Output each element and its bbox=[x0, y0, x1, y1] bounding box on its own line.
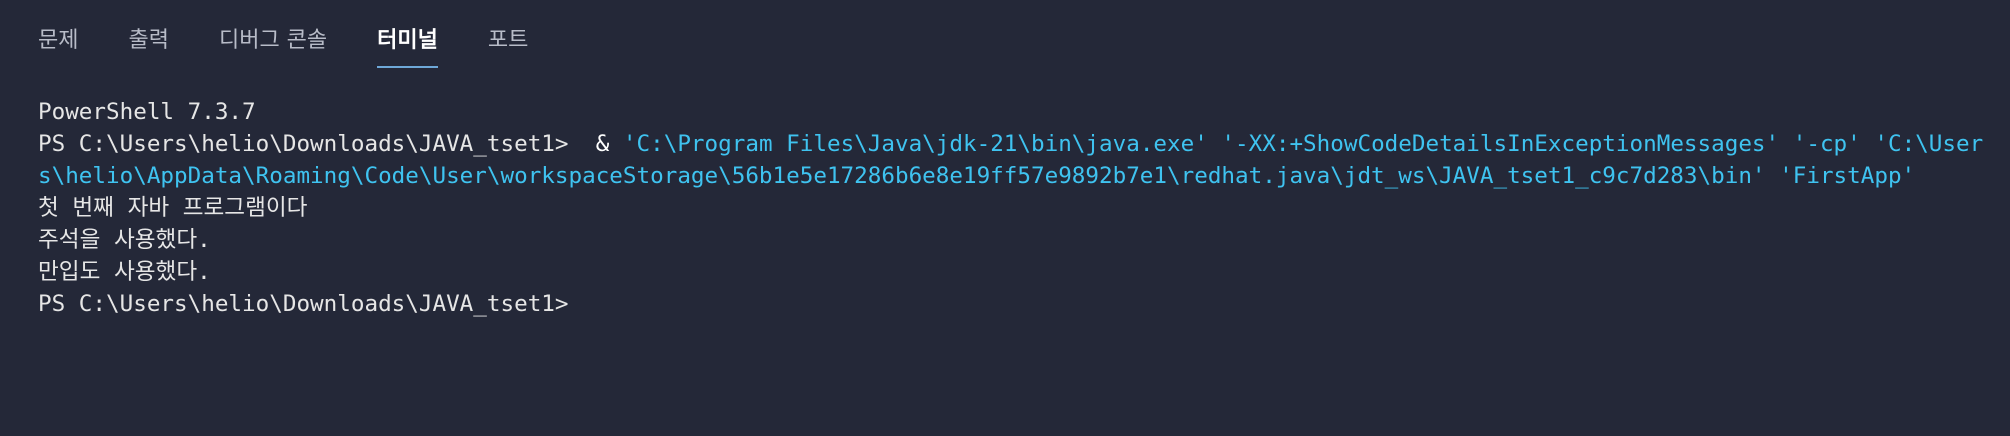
terminal-version-line: PowerShell 7.3.7 bbox=[38, 99, 256, 125]
tab-terminal[interactable]: 터미널 bbox=[377, 0, 438, 68]
terminal-output-line: 주석을 사용했다. bbox=[38, 227, 211, 253]
panel-tabs: 문제 출력 디버그 콘솔 터미널 포트 bbox=[38, 0, 578, 72]
tab-problems[interactable]: 문제 bbox=[38, 0, 78, 52]
tab-debug-console[interactable]: 디버그 콘솔 bbox=[219, 0, 327, 52]
tab-ports[interactable]: 포트 bbox=[488, 0, 528, 52]
terminal-panel: 문제 출력 디버그 콘솔 터미널 포트 PowerShell 7.3.7 PS … bbox=[0, 0, 2010, 436]
terminal-call-operator: & bbox=[582, 131, 623, 157]
tab-output[interactable]: 출력 bbox=[128, 0, 168, 52]
terminal-prompt: PS C:\Users\helio\Downloads\JAVA_tset1> bbox=[38, 131, 583, 157]
terminal-output-line: 첫 번째 자바 프로그램이다 bbox=[38, 195, 308, 221]
terminal-command-line: PS C:\Users\helio\Downloads\JAVA_tset1> … bbox=[38, 128, 1988, 192]
terminal-prompt-line[interactable]: PS C:\Users\helio\Downloads\JAVA_tset1> bbox=[38, 288, 1988, 320]
terminal-output[interactable]: PowerShell 7.3.7 PS C:\Users\helio\Downl… bbox=[38, 96, 1988, 320]
terminal-output-line: 만입도 사용했다. bbox=[38, 259, 211, 285]
